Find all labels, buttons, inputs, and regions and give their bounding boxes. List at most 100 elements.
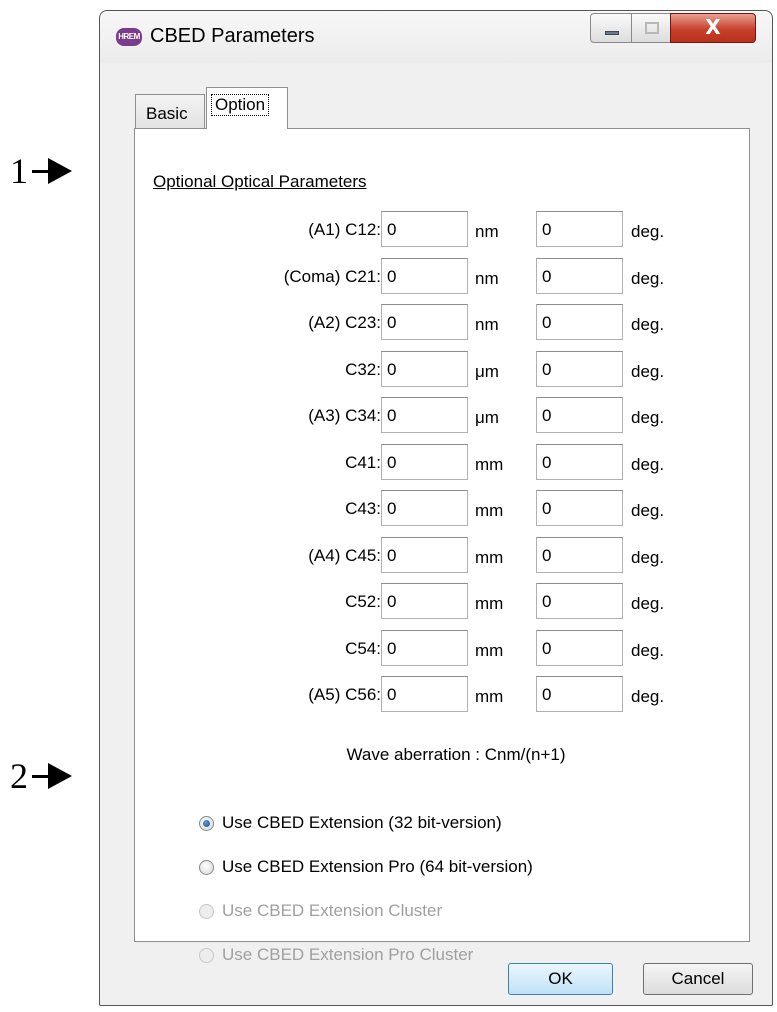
angle-unit: deg.: [631, 454, 665, 474]
cancel-button[interactable]: Cancel: [643, 963, 753, 995]
parameter-label: C52:: [345, 592, 381, 611]
annotation-number: 2: [10, 756, 28, 796]
magnitude-input[interactable]: [381, 211, 468, 247]
angle-input[interactable]: [536, 304, 623, 340]
magnitude-unit: mm: [475, 501, 504, 520]
parameter-label: (A3) C34:: [308, 406, 381, 425]
wave-aberration-note: Wave aberration : Cnm/(n+1): [346, 745, 566, 764]
parameter-label: (A4) C45:: [308, 545, 381, 565]
radio-button-selected[interactable]: [199, 815, 214, 831]
magnitude-input[interactable]: [381, 350, 468, 387]
maximize-button: [631, 13, 671, 43]
magnitude-unit: mm: [475, 687, 504, 706]
radio-button-disabled: [199, 903, 214, 919]
angle-input[interactable]: [536, 443, 623, 480]
parameter-label: (A2) C23:: [308, 313, 381, 332]
magnitude-unit: μm: [475, 361, 499, 381]
annotation-marker-1: 1: [10, 150, 72, 192]
magnitude-input[interactable]: [381, 629, 468, 666]
parameter-row: (A3) C34: μm deg.: [135, 397, 751, 433]
parameter-label: C54:: [345, 638, 381, 658]
parameter-label: (Coma) C21:: [283, 266, 381, 286]
magnitude-unit: mm: [475, 547, 504, 567]
magnitude-unit: nm: [475, 268, 499, 288]
close-icon: X: [705, 15, 721, 39]
dialog-client-area: Basic Option Optional Optical Parameters…: [108, 63, 764, 998]
magnitude-unit: nm: [475, 222, 499, 241]
arrow-right-icon: [32, 157, 72, 184]
parameter-label: C32:: [345, 359, 381, 379]
tab-option[interactable]: Option: [206, 87, 288, 129]
parameter-row: C43: mm deg.: [135, 490, 751, 526]
annotation-number: 1: [10, 151, 28, 191]
parameter-row: (Coma) C21: nm deg.: [135, 257, 751, 294]
parameter-label: C43:: [345, 499, 381, 518]
arrow-right-icon: [32, 762, 72, 789]
parameter-label: (A5) C56:: [308, 685, 381, 704]
title-bar[interactable]: HREM CBED Parameters X: [100, 11, 772, 63]
dialog-window: HREM CBED Parameters X Basic Option Opti…: [99, 10, 773, 1006]
parameter-row: (A4) C45: mm deg.: [135, 536, 751, 573]
app-icon: HREM: [116, 28, 142, 46]
magnitude-unit: nm: [475, 315, 499, 334]
magnitude-unit: mm: [475, 594, 504, 613]
minimize-button[interactable]: [590, 13, 632, 43]
annotation-marker-2: 2: [10, 755, 72, 797]
magnitude-unit: mm: [475, 640, 504, 660]
radio-label: Use CBED Extension Pro Cluster: [222, 945, 474, 964]
angle-input[interactable]: [536, 490, 623, 526]
minimize-icon: [605, 31, 619, 35]
angle-unit: deg.: [631, 408, 665, 427]
parameter-row: C52: mm deg.: [135, 583, 751, 619]
angle-unit: deg.: [631, 501, 665, 520]
magnitude-input[interactable]: [381, 490, 468, 526]
radio-label: Use CBED Extension Pro (64 bit-version): [222, 857, 533, 876]
magnitude-input[interactable]: [381, 257, 468, 294]
angle-unit: deg.: [631, 268, 665, 288]
tab-panel-option: Optional Optical Parameters (A1) C12: nm d…: [134, 128, 751, 964]
angle-input[interactable]: [536, 257, 623, 294]
ok-button[interactable]: OK: [508, 963, 613, 995]
close-button[interactable]: X: [670, 13, 756, 43]
tab-option-label: Option: [211, 94, 270, 116]
magnitude-unit: μm: [475, 408, 499, 427]
magnitude-input[interactable]: [381, 676, 468, 712]
parameter-label: (A1) C12:: [308, 220, 381, 239]
angle-unit: deg.: [631, 640, 665, 660]
window-title: CBED Parameters: [150, 25, 315, 47]
magnitude-unit: mm: [475, 454, 504, 474]
radio-cbed-extension-pro-64[interactable]: Use CBED Extension Pro (64 bit-version): [199, 857, 533, 877]
radio-label: Use CBED Extension Cluster: [222, 901, 443, 920]
radio-button[interactable]: [199, 859, 214, 875]
radio-button-disabled: [199, 947, 214, 963]
angle-unit: deg.: [631, 547, 665, 567]
angle-input[interactable]: [536, 676, 623, 712]
section-title: Optional Optical Parameters: [153, 172, 367, 191]
angle-input[interactable]: [536, 536, 623, 573]
angle-input[interactable]: [536, 583, 623, 619]
angle-unit: deg.: [631, 687, 665, 706]
parameter-row: C41: mm deg.: [135, 443, 751, 480]
angle-input[interactable]: [536, 211, 623, 247]
angle-input[interactable]: [536, 397, 623, 433]
parameter-row: C54: mm deg.: [135, 629, 751, 666]
angle-unit: deg.: [631, 594, 665, 613]
maximize-icon: [645, 22, 659, 34]
angle-input[interactable]: [536, 629, 623, 666]
magnitude-input[interactable]: [381, 397, 468, 433]
angle-input[interactable]: [536, 350, 623, 387]
angle-unit: deg.: [631, 222, 665, 241]
parameter-row: (A2) C23: nm deg.: [135, 304, 751, 340]
magnitude-input[interactable]: [381, 443, 468, 480]
magnitude-input[interactable]: [381, 536, 468, 573]
radio-cbed-extension-pro-cluster: Use CBED Extension Pro Cluster: [199, 945, 473, 965]
parameter-row: (A1) C12: nm deg.: [135, 211, 751, 247]
tab-basic[interactable]: Basic: [135, 94, 205, 128]
magnitude-input[interactable]: [381, 304, 468, 340]
parameter-row: (A5) C56: mm deg.: [135, 676, 751, 712]
magnitude-input[interactable]: [381, 583, 468, 619]
radio-cbed-extension-cluster: Use CBED Extension Cluster: [199, 901, 442, 921]
parameter-row: C32: μm deg.: [135, 350, 751, 387]
angle-unit: deg.: [631, 361, 665, 381]
radio-cbed-extension-32[interactable]: Use CBED Extension (32 bit-version): [199, 813, 502, 833]
